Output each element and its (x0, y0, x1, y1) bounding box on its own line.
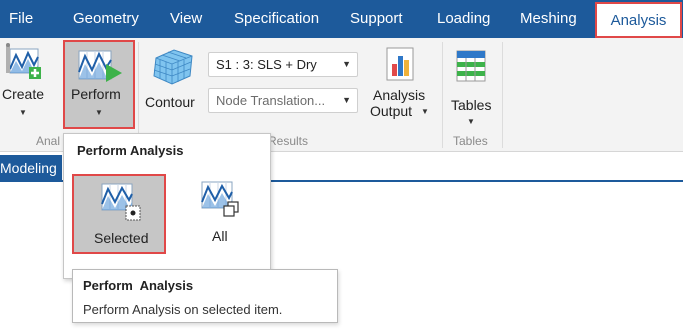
perform-selected-option[interactable]: Selected (72, 174, 166, 254)
perform-button[interactable]: Perform ▼ (63, 40, 135, 129)
menu-file[interactable]: File (9, 0, 33, 38)
contour-mesh-icon (153, 49, 193, 85)
analysis-output-button[interactable]: Analysis Output ▼ (366, 40, 432, 128)
tooltip-body: Perform Analysis on selected item. (83, 302, 283, 317)
tables-group-label: Tables (453, 134, 488, 148)
menu-view[interactable]: View (170, 0, 202, 38)
result-type-value: Node Translation... (216, 93, 326, 108)
group-divider (442, 42, 443, 148)
contour-label: Contour (145, 94, 195, 110)
group-divider (502, 42, 503, 148)
menu-geometry[interactable]: Geometry (73, 0, 139, 38)
create-button[interactable]: Create ▼ (0, 40, 48, 128)
option-all-label: All (212, 228, 228, 244)
perform-analysis-icon (78, 50, 122, 82)
load-case-select[interactable]: S1 : 3: SLS + Dry ▼ (208, 52, 358, 77)
contour-button[interactable]: Contour (144, 40, 202, 128)
tooltip: Perform Analysis Perform Analysis on sel… (72, 269, 338, 323)
result-type-select[interactable]: Node Translation... ▼ (208, 88, 358, 113)
analysis-output-chevron-down-icon: ▼ (421, 107, 429, 116)
create-label: Create (2, 86, 45, 102)
perform-label: Perform (71, 86, 121, 102)
perform-all-icon (201, 181, 239, 217)
menu-loading[interactable]: Loading (437, 0, 490, 38)
create-analysis-icon (6, 43, 41, 79)
analysis-output-label-1: Analysis (373, 87, 426, 103)
menu-meshing[interactable]: Meshing (520, 0, 577, 38)
perform-chevron-down-icon: ▼ (95, 108, 103, 117)
chevron-down-icon: ▼ (342, 95, 351, 105)
menu-specification[interactable]: Specification (234, 0, 319, 38)
load-case-value: S1 : 3: SLS + Dry (216, 57, 317, 72)
tab-modeling[interactable]: Modeling (0, 155, 62, 182)
create-chevron-down-icon: ▼ (19, 108, 27, 117)
perform-analysis-dropdown: Perform Analysis Selected All (63, 133, 271, 279)
popup-title: Perform Analysis (77, 143, 184, 158)
tables-label: Tables (451, 97, 492, 113)
chevron-down-icon: ▼ (342, 59, 351, 69)
perform-selected-icon (101, 183, 141, 221)
tables-chevron-down-icon: ▼ (467, 117, 475, 126)
menu-analysis[interactable]: Analysis (595, 2, 682, 38)
table-grid-icon (456, 50, 486, 82)
menu-support[interactable]: Support (350, 0, 403, 38)
analysis-output-label-2: Output (370, 103, 413, 119)
perform-all-option[interactable]: All (174, 174, 268, 254)
tables-button[interactable]: Tables ▼ (447, 40, 495, 128)
analysis-group-label: Anal (36, 134, 61, 148)
tooltip-title: Perform Analysis (83, 278, 194, 293)
option-selected-label: Selected (94, 230, 149, 246)
analysis-output-chart-icon (386, 47, 414, 81)
menu-bar: File Geometry View Specification Support… (0, 0, 683, 38)
